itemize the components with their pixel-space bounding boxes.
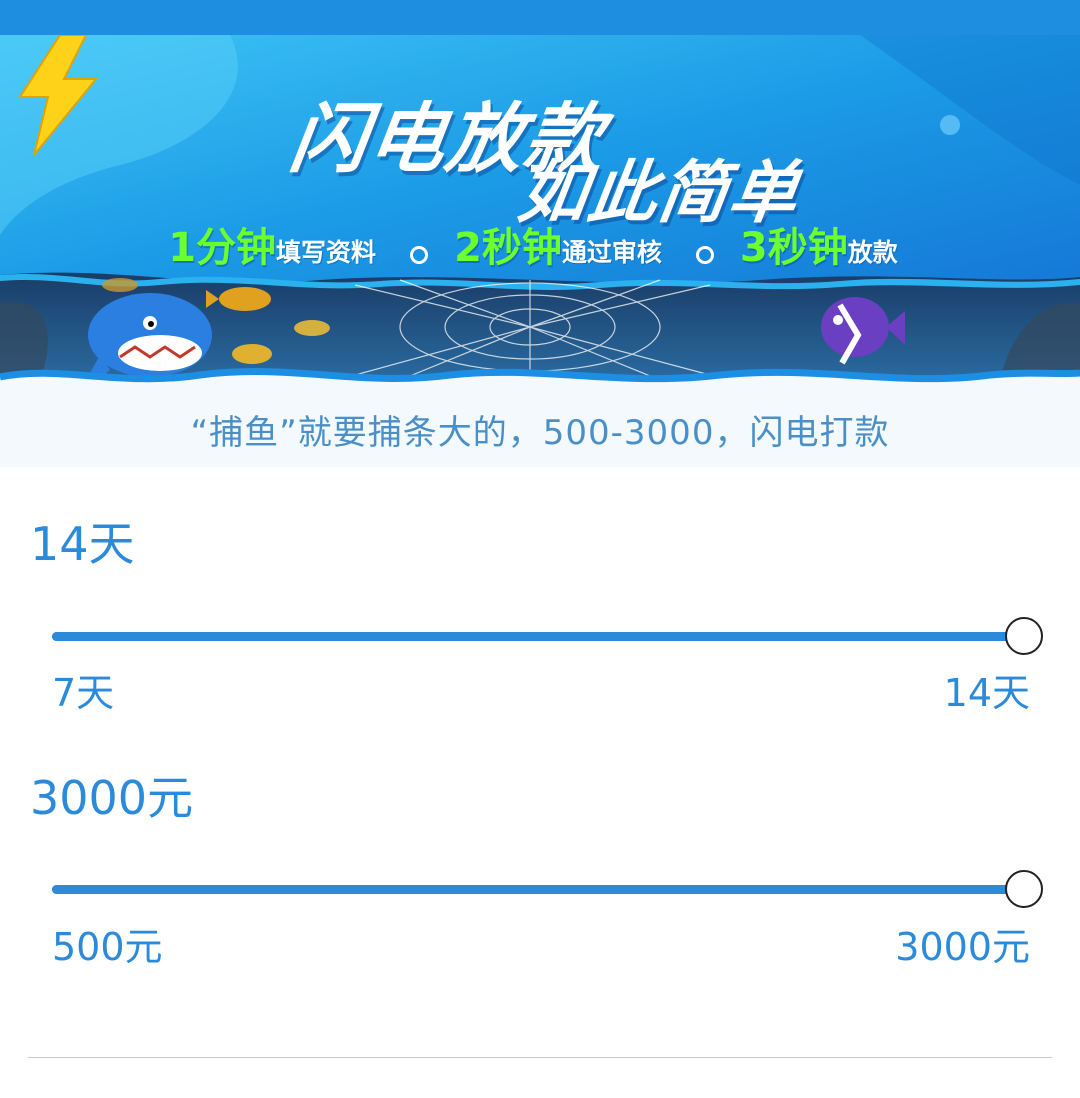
amount-slider-thumb[interactable]	[1005, 870, 1043, 908]
term-min-label: 7天	[52, 671, 115, 715]
step-3-time: 3秒钟	[739, 225, 848, 271]
status-bar	[0, 0, 1080, 35]
steps-row: 1分钟填写资料 2秒钟通过审核 3秒钟放款	[0, 215, 1080, 273]
amount-min-label: 500元	[52, 925, 163, 969]
amount-max-label: 3000元	[895, 925, 1030, 969]
term-max-label: 14天	[943, 671, 1030, 715]
step-separator-icon	[695, 245, 714, 264]
step-2-time: 2秒钟	[454, 225, 562, 271]
term-value-label: 14天	[30, 517, 135, 571]
banner-tagline: “捕鱼”就要捕条大的，500-3000，闪电打款	[190, 413, 890, 453]
lightning-bolt-icon	[18, 35, 99, 155]
amount-slider[interactable]	[52, 870, 1043, 910]
step-3-text: 放款	[847, 238, 898, 267]
step-2-text: 通过审核	[561, 238, 662, 267]
amount-value-label: 3000元	[30, 771, 194, 825]
step-separator-icon	[410, 245, 429, 264]
divider	[28, 1057, 1052, 1058]
term-slider[interactable]	[52, 617, 1043, 657]
promo-banner: 闪电放款 如此简单 1分钟填写资料 2秒钟通过审核 3秒钟放款 “捕鱼”就要捕条大的…	[0, 35, 1080, 467]
term-slider-fill	[52, 632, 1024, 641]
step-1-text: 填写资料	[276, 238, 377, 267]
step-1-time: 1分钟	[168, 225, 277, 271]
term-slider-thumb[interactable]	[1005, 617, 1043, 655]
amount-slider-fill	[52, 885, 1024, 894]
